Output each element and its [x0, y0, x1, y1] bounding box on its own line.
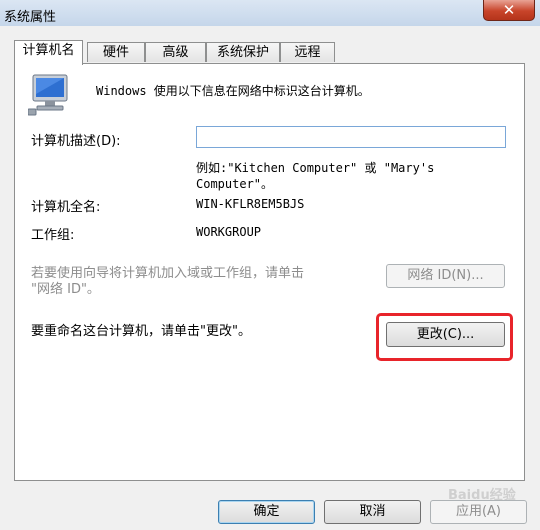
ok-button[interactable]: 确定 — [218, 500, 315, 524]
computer-monitor-icon — [28, 74, 68, 116]
tab-remote[interactable]: 远程 — [280, 42, 335, 62]
workgroup-value: WORKGROUP — [196, 225, 262, 239]
full-name-label: 计算机全名: — [31, 200, 101, 215]
description-input[interactable] — [196, 126, 506, 148]
network-id-button-label: 网络 ID(N)... — [407, 268, 484, 283]
title-bar: 系统属性 ✕ — [0, 0, 540, 26]
tab-advanced[interactable]: 高级 — [145, 42, 206, 62]
watermark: Baidu经验 — [448, 488, 516, 503]
tab-system-protection[interactable]: 系统保护 — [206, 42, 280, 62]
workgroup-label: 工作组: — [31, 228, 75, 243]
tab-label: 计算机名 — [22, 43, 75, 58]
close-icon: ✕ — [502, 1, 516, 19]
apply-button-label: 应用(A) — [455, 504, 502, 519]
intro-text: Windows 使用以下信息在网络中标识这台计算机。 — [96, 84, 370, 98]
description-label: 计算机描述(D): — [31, 134, 121, 149]
full-name-value: WIN-KFLR8EM5BJS — [196, 197, 305, 211]
cancel-button-label: 取消 — [359, 504, 386, 519]
network-id-button[interactable]: 网络 ID(N)... — [386, 264, 505, 288]
tab-label: 远程 — [294, 45, 321, 60]
tab-hardware[interactable]: 硬件 — [87, 42, 145, 62]
network-id-text-line2: "网络 ID"。 — [31, 282, 100, 297]
tab-label: 高级 — [162, 45, 189, 60]
example-text-line2: Computer"。 — [196, 177, 274, 191]
example-text-line1: 例如:"Kitchen Computer" 或 "Mary's — [196, 161, 435, 175]
red-highlight-box — [376, 313, 513, 361]
tab-label: 硬件 — [102, 45, 129, 60]
close-button[interactable]: ✕ — [483, 0, 535, 21]
tab-computer-name[interactable]: 计算机名 — [14, 40, 83, 65]
apply-button[interactable]: 应用(A) — [430, 500, 527, 524]
cancel-button[interactable]: 取消 — [324, 500, 421, 524]
ok-button-label: 确定 — [253, 504, 280, 519]
rename-text: 要重命名这台计算机，请单击"更改"。 — [31, 324, 251, 339]
tab-label: 系统保护 — [216, 45, 269, 60]
window-title: 系统属性 — [4, 10, 57, 25]
